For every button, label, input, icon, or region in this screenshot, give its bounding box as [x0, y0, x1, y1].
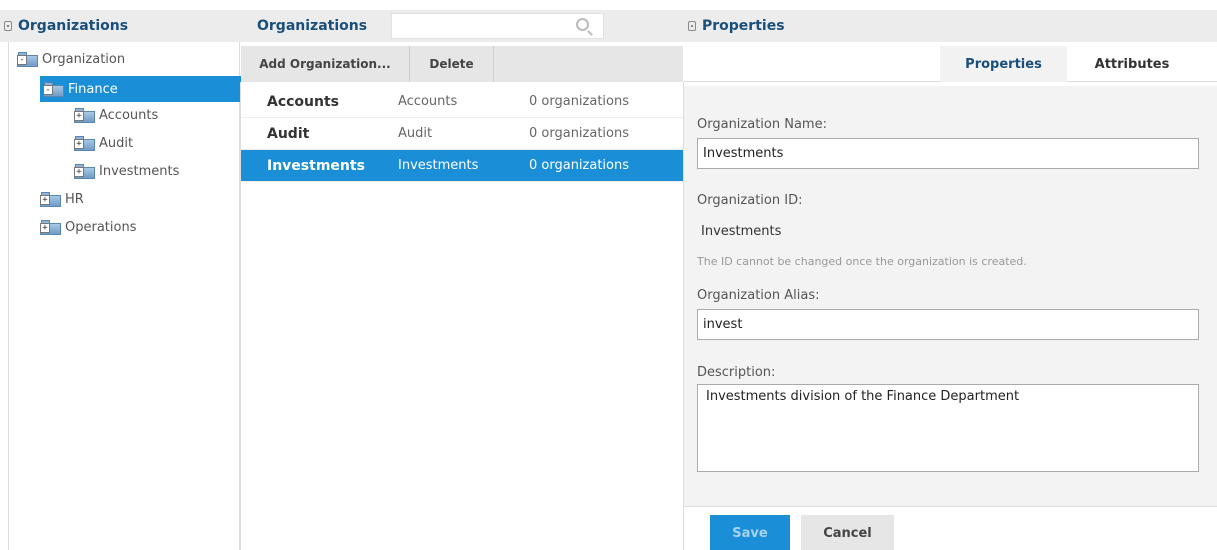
tree-item-finance[interactable]: - Finance — [40, 76, 241, 102]
folder-expand-icon[interactable]: + — [74, 107, 95, 123]
organization-alias-label: Organization Alias: — [697, 288, 820, 303]
tree-item-organization[interactable]: - Organization — [17, 48, 217, 70]
tree-panel-title: Organizations — [18, 18, 129, 34]
add-organization-button[interactable]: Add Organization... — [241, 46, 410, 82]
folder-expand-icon[interactable]: + — [74, 135, 95, 151]
row-count: 0 organizations — [529, 158, 630, 173]
tree-item-label: Investments — [99, 163, 180, 179]
row-id: Investments — [398, 158, 479, 173]
tree-item-label: Operations — [65, 219, 137, 235]
search-icon[interactable] — [576, 18, 589, 31]
folder-collapse-icon[interactable]: - — [17, 51, 38, 67]
organization-id-label: Organization ID: — [697, 193, 803, 208]
row-id: Accounts — [398, 94, 458, 109]
panel-collapse-icon[interactable] — [688, 21, 696, 31]
tab-properties[interactable]: Properties — [940, 46, 1067, 82]
row-name: Audit — [267, 125, 310, 142]
tree-item-audit[interactable]: + Audit — [74, 132, 234, 154]
row-name: Accounts — [267, 93, 340, 110]
organization-tree: - Organization - Finance + Accounts + Au… — [8, 42, 241, 550]
tree-item-label: Finance — [68, 81, 118, 97]
delete-button[interactable]: Delete — [410, 46, 494, 82]
properties-header: Properties — [684, 10, 1217, 42]
row-count: 0 organizations — [529, 126, 630, 141]
tab-attributes[interactable]: Attributes — [1067, 46, 1197, 82]
tree-item-accounts[interactable]: + Accounts — [74, 104, 234, 126]
form-footer: Save Cancel — [684, 506, 1217, 550]
tree-item-label: Organization — [42, 51, 126, 67]
organization-id-hint: The ID cannot be changed once the organi… — [697, 255, 1027, 268]
save-button[interactable]: Save — [710, 515, 790, 550]
tree-item-label: Audit — [99, 135, 134, 151]
properties-panel-title: Properties — [702, 18, 785, 34]
folder-collapse-icon[interactable]: - — [43, 81, 64, 97]
tree-item-operations[interactable]: + Operations — [40, 216, 220, 238]
list-row-investments[interactable]: Investments Investments 0 organizations — [241, 150, 683, 182]
tree-item-label: Accounts — [99, 107, 159, 123]
row-count: 0 organizations — [529, 94, 630, 109]
list-toolbar: Add Organization... Delete — [241, 46, 683, 82]
tree-item-hr[interactable]: + HR — [40, 188, 220, 210]
organization-list: Accounts Accounts 0 organizations Audit … — [240, 82, 684, 550]
properties-form: Organization Name: Organization ID: Inve… — [684, 86, 1217, 506]
list-row-audit[interactable]: Audit Audit 0 organizations — [241, 118, 683, 150]
tree-item-investments[interactable]: + Investments — [74, 160, 234, 182]
list-panel-title: Organizations — [257, 18, 368, 34]
list-row-accounts[interactable]: Accounts Accounts 0 organizations — [241, 86, 683, 118]
row-name: Investments — [267, 157, 365, 174]
folder-expand-icon[interactable]: + — [40, 219, 61, 235]
properties-tabs: Properties Attributes — [684, 46, 1217, 82]
organization-alias-field[interactable] — [697, 309, 1199, 340]
tree-item-label: HR — [65, 191, 84, 207]
search-input[interactable] — [391, 13, 604, 39]
organizations-tree-header: Organizations — [0, 10, 240, 42]
folder-expand-icon[interactable]: + — [74, 163, 95, 179]
organization-name-field[interactable] — [697, 138, 1199, 169]
organization-name-label: Organization Name: — [697, 117, 827, 132]
panel-collapse-icon[interactable] — [4, 21, 12, 31]
description-label: Description: — [697, 365, 776, 380]
organization-id-value: Investments — [701, 224, 782, 239]
cancel-button[interactable]: Cancel — [801, 515, 894, 550]
description-field[interactable]: Investments division of the Finance Depa… — [697, 384, 1199, 472]
row-id: Audit — [398, 126, 433, 141]
folder-expand-icon[interactable]: + — [40, 191, 61, 207]
